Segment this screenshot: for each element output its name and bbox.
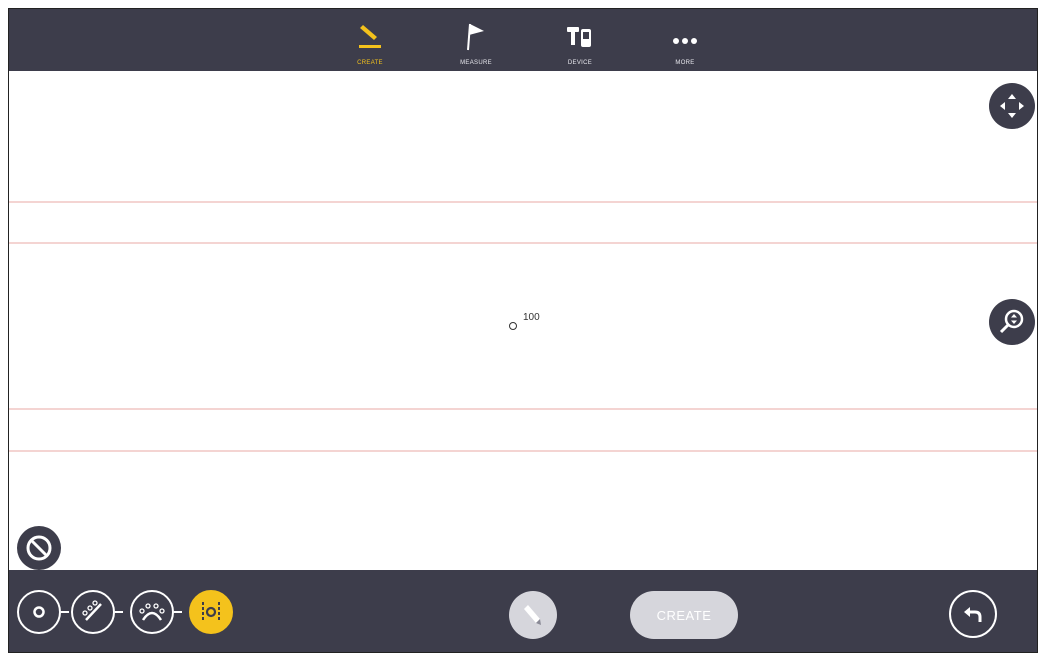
- offset-mode-button[interactable]: [189, 590, 233, 634]
- mode-connector: [115, 611, 123, 613]
- tab-create[interactable]: CREATE: [340, 9, 400, 71]
- create-button[interactable]: CREATE: [630, 591, 738, 639]
- tab-device[interactable]: DEVICE: [550, 9, 610, 71]
- device-icon: [565, 19, 595, 51]
- point-mode-button[interactable]: [17, 590, 61, 634]
- bottom-toolbar: CREATE: [9, 570, 1037, 652]
- undo-button[interactable]: [949, 590, 997, 638]
- pencil-icon: [357, 19, 383, 51]
- tab-create-label: CREATE: [357, 60, 383, 66]
- mode-connector: [61, 611, 69, 613]
- top-toolbar: CREATE MEASURE DEVICE MORE: [9, 9, 1037, 71]
- mode-connector: [174, 611, 182, 613]
- arc-mode-button[interactable]: [130, 590, 174, 634]
- arc-icon: [139, 603, 165, 621]
- survey-point[interactable]: [509, 322, 517, 330]
- line-mode-button[interactable]: [71, 590, 115, 634]
- point-icon: [33, 606, 45, 618]
- tab-measure-label: MEASURE: [460, 60, 492, 66]
- tab-more-label: MORE: [675, 60, 695, 66]
- pencil-icon: [524, 605, 541, 625]
- guide-line: [9, 201, 1037, 203]
- zoom-icon: [999, 309, 1024, 334]
- undo-icon: [964, 607, 982, 622]
- guide-line: [9, 242, 1037, 244]
- line-icon: [82, 600, 102, 621]
- app-frame: CREATE MEASURE DEVICE MORE 100 CREATE: [8, 8, 1038, 653]
- pan-icon: [1000, 94, 1024, 118]
- tab-measure[interactable]: MEASURE: [446, 9, 506, 71]
- cancel-icon: [26, 535, 52, 561]
- guide-line: [9, 408, 1037, 410]
- tab-device-label: DEVICE: [567, 60, 593, 66]
- drawing-canvas[interactable]: 100: [9, 71, 1037, 629]
- zoom-button[interactable]: [989, 299, 1035, 345]
- more-dots-icon: [670, 19, 700, 51]
- offset-icon: [202, 602, 220, 622]
- pan-button[interactable]: [989, 83, 1035, 129]
- flag-icon: [465, 19, 487, 51]
- guide-line: [9, 450, 1037, 452]
- tab-more[interactable]: MORE: [655, 9, 715, 71]
- edit-button[interactable]: [509, 591, 557, 639]
- cancel-button[interactable]: [17, 526, 61, 570]
- point-label: 100: [523, 312, 540, 323]
